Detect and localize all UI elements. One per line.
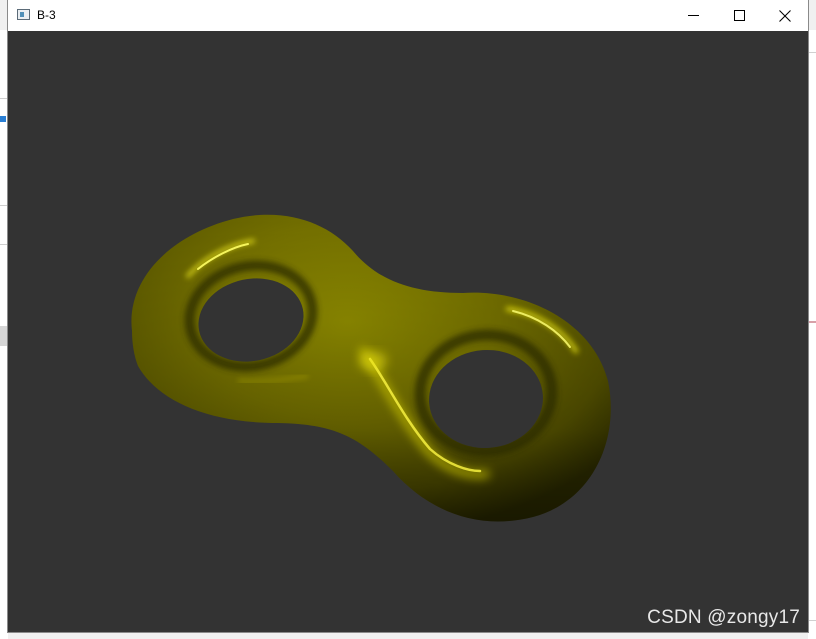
background-divider <box>0 98 8 99</box>
app-window: B-3 CSDN @zongy17 <box>8 0 808 632</box>
background-divider <box>0 244 8 245</box>
background-app-left-edge <box>0 30 8 639</box>
background-band <box>0 326 8 346</box>
close-button[interactable] <box>762 0 808 31</box>
background-divider <box>0 205 8 206</box>
close-icon <box>779 9 791 22</box>
torus-body <box>131 214 611 522</box>
maximize-button[interactable] <box>716 0 762 31</box>
background-app-right-edge <box>808 30 816 639</box>
render-viewport[interactable]: CSDN @zongy17 <box>8 31 808 632</box>
window-title: B-3 <box>37 8 56 22</box>
background-divider <box>808 52 816 53</box>
maximize-icon <box>733 10 745 21</box>
background-marker <box>0 116 6 122</box>
app-icon[interactable] <box>17 9 30 20</box>
minimize-button[interactable] <box>670 0 716 31</box>
double-torus-render <box>131 214 611 522</box>
background-marker <box>808 321 816 323</box>
watermark: CSDN @zongy17 <box>647 607 800 628</box>
background-divider <box>808 620 816 621</box>
title-bar[interactable]: B-3 <box>8 0 808 31</box>
minimize-icon <box>687 15 699 16</box>
